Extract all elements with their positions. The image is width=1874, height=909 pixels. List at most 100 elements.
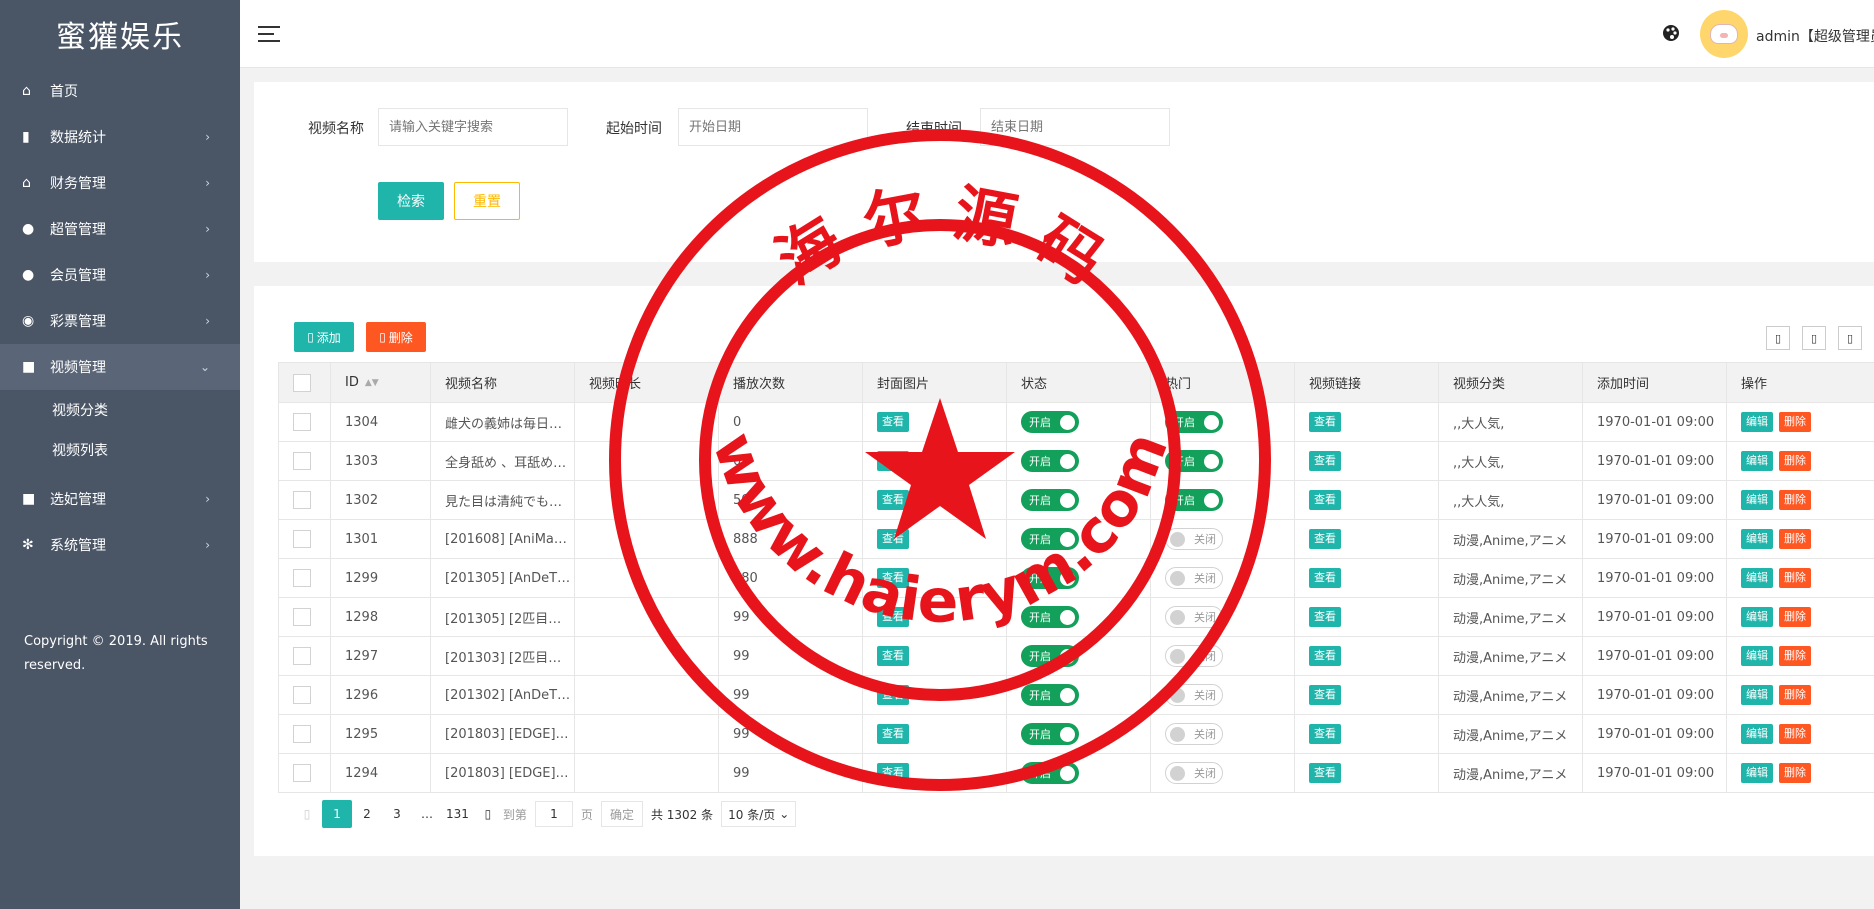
view-link-button[interactable]: 查看 [1309,490,1341,510]
page-button[interactable]: 1 [322,800,352,828]
edit-button[interactable]: 编辑 [1741,412,1773,432]
delete-row-button[interactable]: 删除 [1779,685,1811,705]
row-checkbox[interactable] [293,452,311,470]
status-toggle[interactable]: 开启 [1021,723,1079,745]
row-checkbox[interactable] [293,569,311,587]
view-cover-button[interactable]: 查看 [877,529,909,549]
status-toggle[interactable]: 开启 [1021,528,1079,550]
row-checkbox[interactable] [293,413,311,431]
view-link-button[interactable]: 查看 [1309,412,1341,432]
view-link-button[interactable]: 查看 [1309,724,1341,744]
page-button[interactable]: 3 [382,800,412,828]
sidebar-item-finance[interactable]: ⌂ 财务管理 › [0,160,240,206]
hot-toggle[interactable]: 开启 [1165,450,1223,472]
hot-toggle[interactable]: 开启 [1165,489,1223,511]
sidebar-subitem-video-list[interactable]: 视频列表 [0,430,240,470]
row-checkbox[interactable] [293,764,311,782]
goto-confirm-button[interactable]: 确定 [600,801,643,827]
view-cover-button[interactable]: 查看 [877,490,909,510]
delete-row-button[interactable]: 删除 [1779,412,1811,432]
status-toggle[interactable]: 开启 [1021,450,1079,472]
delete-row-button[interactable]: 删除 [1779,529,1811,549]
delete-row-button[interactable]: 删除 [1779,763,1811,783]
hot-toggle[interactable]: 关闭 [1165,528,1223,550]
start-date-input[interactable] [678,108,868,146]
row-checkbox[interactable] [293,530,311,548]
page-button[interactable]: 2 [352,800,382,828]
sidebar-item-data-stats[interactable]: ▮ 数据统计 › [0,114,240,160]
page-size-select[interactable]: 10 条/页 ⌄ [721,801,797,827]
row-checkbox[interactable] [293,608,311,626]
view-link-button[interactable]: 查看 [1309,529,1341,549]
sidebar-item-super-admin[interactable]: ● 超管管理 › [0,206,240,252]
select-all-checkbox[interactable] [293,373,311,392]
username-label[interactable]: admin【超级管理员】 [1756,26,1874,46]
hot-toggle[interactable]: 关闭 [1165,762,1223,784]
edit-button[interactable]: 编辑 [1741,568,1773,588]
hot-toggle[interactable]: 关闭 [1165,645,1223,667]
row-checkbox[interactable] [293,491,311,509]
view-cover-button[interactable]: 查看 [877,451,909,471]
view-cover-button[interactable]: 查看 [877,646,909,666]
palette-icon[interactable] [1662,24,1682,44]
sidebar-item-concubine[interactable]: ■ 选妃管理 › [0,476,240,522]
avatar[interactable] [1700,10,1748,58]
delete-button[interactable]: ▯ 删除 [366,322,426,352]
sidebar-item-members[interactable]: ● 会员管理 › [0,252,240,298]
edit-button[interactable]: 编辑 [1741,646,1773,666]
hot-toggle[interactable]: 关闭 [1165,684,1223,706]
delete-row-button[interactable]: 删除 [1779,607,1811,627]
export-icon[interactable]: ▯ [1802,326,1826,350]
hot-toggle[interactable]: 开启 [1165,411,1223,433]
view-link-button[interactable]: 查看 [1309,685,1341,705]
delete-row-button[interactable]: 删除 [1779,490,1811,510]
print-icon[interactable]: ▯ [1838,326,1862,350]
add-button[interactable]: ▯ 添加 [294,322,354,352]
view-cover-button[interactable]: 查看 [877,568,909,588]
status-toggle[interactable]: 开启 [1021,606,1079,628]
status-toggle[interactable]: 开启 [1021,567,1079,589]
sidebar-item-home[interactable]: ⌂ 首页 [0,68,240,114]
view-link-button[interactable]: 查看 [1309,568,1341,588]
hot-toggle[interactable]: 关闭 [1165,723,1223,745]
delete-row-button[interactable]: 删除 [1779,451,1811,471]
edit-button[interactable]: 编辑 [1741,490,1773,510]
prev-page-icon[interactable]: ▯ [292,800,322,828]
edit-button[interactable]: 编辑 [1741,451,1773,471]
view-cover-button[interactable]: 查看 [877,607,909,627]
row-checkbox[interactable] [293,686,311,704]
status-toggle[interactable]: 开启 [1021,645,1079,667]
view-cover-button[interactable]: 查看 [877,763,909,783]
status-toggle[interactable]: 开启 [1021,684,1079,706]
sort-icon[interactable]: ▲▼ [365,378,379,387]
search-button[interactable]: 检索 [378,182,444,220]
edit-button[interactable]: 编辑 [1741,724,1773,744]
hot-toggle[interactable]: 关闭 [1165,606,1223,628]
row-checkbox[interactable] [293,725,311,743]
page-button[interactable]: 131 [442,800,473,828]
edit-button[interactable]: 编辑 [1741,685,1773,705]
status-toggle[interactable]: 开启 [1021,489,1079,511]
end-date-input[interactable] [980,108,1170,146]
view-link-button[interactable]: 查看 [1309,451,1341,471]
hot-toggle[interactable]: 关闭 [1165,567,1223,589]
next-page-icon[interactable]: ▯ [473,800,503,828]
goto-page-input[interactable]: 1 [534,801,573,827]
view-cover-button[interactable]: 查看 [877,412,909,432]
sidebar-item-system[interactable]: ✻ 系统管理 › [0,522,240,568]
video-name-input[interactable] [378,108,568,146]
edit-button[interactable]: 编辑 [1741,529,1773,549]
delete-row-button[interactable]: 删除 [1779,568,1811,588]
view-link-button[interactable]: 查看 [1309,646,1341,666]
sidebar-item-lottery[interactable]: ◉ 彩票管理 › [0,298,240,344]
columns-filter-icon[interactable]: ▯ [1766,326,1790,350]
status-toggle[interactable]: 开启 [1021,411,1079,433]
status-toggle[interactable]: 开启 [1021,762,1079,784]
edit-button[interactable]: 编辑 [1741,763,1773,783]
reset-button[interactable]: 重置 [454,182,520,220]
edit-button[interactable]: 编辑 [1741,607,1773,627]
view-cover-button[interactable]: 查看 [877,685,909,705]
view-link-button[interactable]: 查看 [1309,763,1341,783]
sidebar-item-video[interactable]: ■ 视频管理 ⌄ [0,344,240,390]
menu-toggle-icon[interactable] [258,26,280,42]
